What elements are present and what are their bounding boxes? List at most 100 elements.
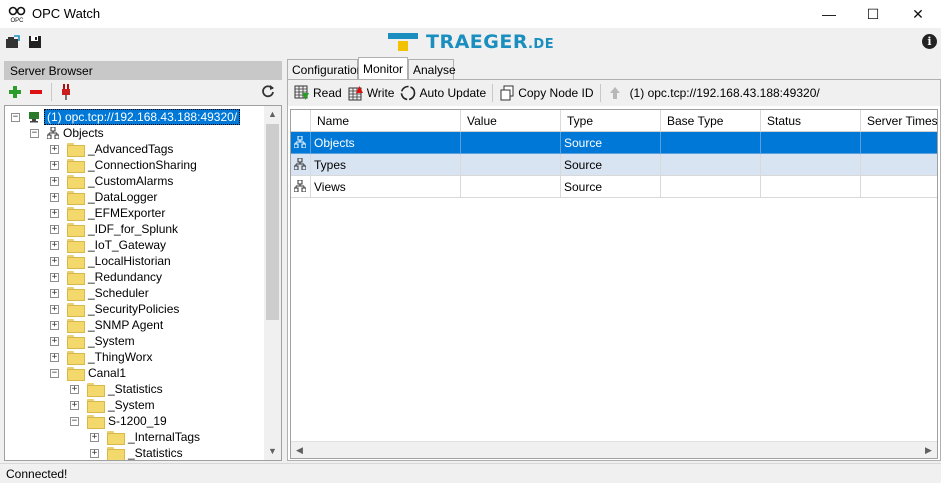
collapse-icon[interactable]: −: [50, 368, 59, 378]
cell-value[interactable]: [461, 176, 561, 198]
cell-status[interactable]: [761, 154, 861, 176]
tab-configuration[interactable]: Configuration: [287, 59, 363, 79]
refresh-icon[interactable]: [261, 84, 275, 98]
expand-icon[interactable]: +: [90, 448, 99, 458]
tree-node[interactable]: + _Statistics: [90, 445, 183, 460]
column-header-base-type[interactable]: Base Type: [661, 110, 761, 132]
column-header-name[interactable]: Name: [311, 110, 461, 132]
expand-icon[interactable]: +: [50, 320, 59, 330]
cell-server-timestamp[interactable]: [861, 154, 937, 176]
cell-type[interactable]: Source: [561, 132, 661, 154]
tree-node[interactable]: + _InternalTags: [90, 429, 200, 445]
expand-icon[interactable]: +: [50, 352, 59, 362]
tree-node[interactable]: + _EFMExporter: [50, 205, 165, 221]
open-icon[interactable]: [5, 34, 21, 50]
table-row[interactable]: Views Source: [291, 176, 937, 198]
expand-icon[interactable]: +: [50, 224, 59, 234]
cell-value[interactable]: [461, 154, 561, 176]
tree-node[interactable]: + _SecurityPolicies: [50, 301, 179, 317]
expand-icon[interactable]: +: [50, 240, 59, 250]
expand-icon[interactable]: +: [50, 192, 59, 202]
tree-node[interactable]: − S-1200_19: [70, 413, 167, 429]
tree-node[interactable]: − Canal1: [50, 365, 126, 381]
expand-icon[interactable]: +: [50, 304, 59, 314]
cell-base-type[interactable]: [661, 176, 761, 198]
tree-node[interactable]: + _ThingWorx: [50, 349, 152, 365]
close-button[interactable]: ✕: [895, 0, 941, 28]
expand-icon[interactable]: +: [70, 384, 79, 394]
column-header-type[interactable]: Type: [561, 110, 661, 132]
tree-node[interactable]: + _IDF_for_Splunk: [50, 221, 178, 237]
tree-node-label: _System: [108, 398, 155, 412]
info-icon[interactable]: i: [922, 34, 937, 49]
tree-node[interactable]: + _LocalHistorian: [50, 253, 171, 269]
tree-vertical-scrollbar[interactable]: ▲ ▼: [264, 106, 281, 460]
minimize-button[interactable]: —: [806, 0, 852, 28]
table-row[interactable]: Objects Source: [291, 132, 937, 154]
tab-monitor[interactable]: Monitor: [358, 57, 408, 79]
tree-node[interactable]: − Objects: [30, 125, 104, 141]
read-button[interactable]: Read: [294, 85, 342, 101]
scroll-thumb[interactable]: [266, 124, 279, 320]
tree-node[interactable]: − (1) opc.tcp://192.168.43.188:49320/: [11, 109, 241, 125]
tree-node[interactable]: + _CustomAlarms: [50, 173, 173, 189]
tree-node[interactable]: + _Redundancy: [50, 269, 162, 285]
expand-icon[interactable]: +: [70, 400, 79, 410]
collapse-icon[interactable]: −: [30, 128, 39, 138]
add-server-icon[interactable]: [8, 85, 22, 99]
cell-type[interactable]: Source: [561, 176, 661, 198]
cell-name[interactable]: Objects: [311, 132, 461, 154]
cell-value[interactable]: [461, 132, 561, 154]
tree-node[interactable]: + _IoT_Gateway: [50, 237, 166, 253]
save-icon[interactable]: [27, 34, 43, 50]
tree-node[interactable]: + _Scheduler: [50, 285, 149, 301]
collapse-icon[interactable]: −: [70, 416, 79, 426]
monitor-pane: Read Write Auto Update Copy Node ID (1) …: [287, 79, 941, 461]
collapse-icon[interactable]: −: [11, 112, 20, 122]
tree-node[interactable]: + _System: [50, 333, 135, 349]
remove-server-icon[interactable]: [29, 85, 43, 99]
column-header-server-timestamp[interactable]: Server Timestamp: [861, 110, 937, 132]
maximize-button[interactable]: ☐: [850, 0, 896, 28]
grid-horizontal-scrollbar[interactable]: ◀ ▶: [291, 441, 937, 458]
cell-name[interactable]: Types: [311, 154, 461, 176]
cell-status[interactable]: [761, 176, 861, 198]
column-header-value[interactable]: Value: [461, 110, 561, 132]
cell-base-type[interactable]: [661, 154, 761, 176]
tree-node[interactable]: + _SNMP Agent: [50, 317, 163, 333]
table-row[interactable]: Types Source: [291, 154, 937, 176]
expand-icon[interactable]: +: [90, 432, 99, 442]
expand-icon[interactable]: +: [50, 208, 59, 218]
server-tree[interactable]: − (1) opc.tcp://192.168.43.188:49320/− Obj…: [4, 105, 282, 461]
write-button[interactable]: Write: [348, 85, 394, 101]
expand-icon[interactable]: +: [50, 256, 59, 266]
scroll-down-icon[interactable]: ▼: [264, 443, 281, 460]
scroll-right-icon[interactable]: ▶: [920, 442, 937, 458]
navigate-up-button[interactable]: [607, 85, 626, 101]
cell-type[interactable]: Source: [561, 154, 661, 176]
expand-icon[interactable]: +: [50, 336, 59, 346]
tab-analyse[interactable]: Analyse: [408, 59, 456, 79]
plug-icon[interactable]: [60, 84, 72, 100]
copy-node-id-button[interactable]: Copy Node ID: [499, 85, 594, 101]
cell-server-timestamp[interactable]: [861, 176, 937, 198]
expand-icon[interactable]: +: [50, 288, 59, 298]
node-grid[interactable]: Name Value Type Base Type Status Server …: [290, 109, 938, 459]
column-header-status[interactable]: Status: [761, 110, 861, 132]
tree-node[interactable]: + _Statistics: [70, 381, 163, 397]
cell-name[interactable]: Views: [311, 176, 461, 198]
scroll-up-icon[interactable]: ▲: [264, 106, 281, 123]
tree-node[interactable]: + _DataLogger: [50, 189, 157, 205]
expand-icon[interactable]: +: [50, 176, 59, 186]
auto-update-button[interactable]: Auto Update: [400, 85, 486, 101]
tree-node[interactable]: + _System: [70, 397, 155, 413]
tree-node[interactable]: + _ConnectionSharing: [50, 157, 197, 173]
expand-icon[interactable]: +: [50, 272, 59, 282]
cell-base-type[interactable]: [661, 132, 761, 154]
expand-icon[interactable]: +: [50, 144, 59, 154]
expand-icon[interactable]: +: [50, 160, 59, 170]
cell-status[interactable]: [761, 132, 861, 154]
scroll-left-icon[interactable]: ◀: [291, 442, 308, 458]
tree-node[interactable]: + _AdvancedTags: [50, 141, 173, 157]
cell-server-timestamp[interactable]: [861, 132, 937, 154]
